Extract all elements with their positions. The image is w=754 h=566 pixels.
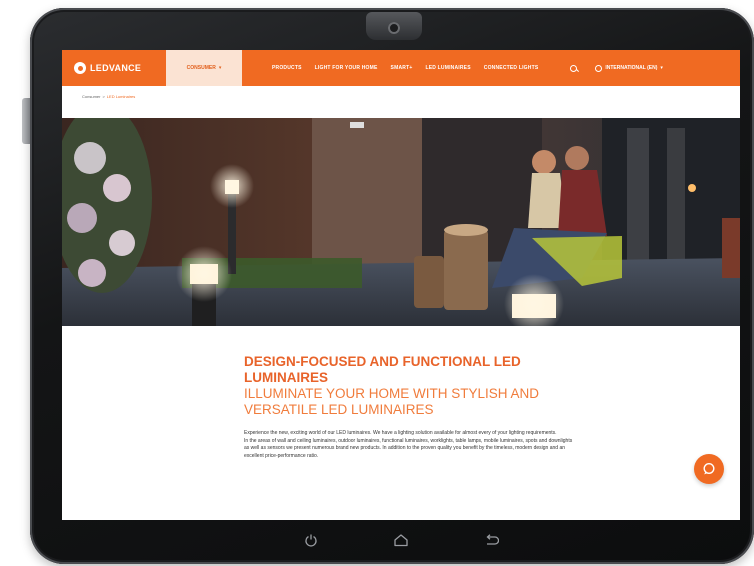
hero-image xyxy=(62,118,740,326)
brand-logo[interactable]: LEDVANCE xyxy=(62,62,166,74)
hero-scene-illustration xyxy=(62,118,740,326)
camera-icon xyxy=(388,22,400,34)
nav-products[interactable]: PRODUCTS xyxy=(272,65,302,71)
back-icon xyxy=(486,534,499,545)
back-button[interactable] xyxy=(481,530,501,550)
nav-smart-plus[interactable]: SMART+ xyxy=(391,65,413,71)
main-menu: PRODUCTS LIGHT FOR YOUR HOME SMART+ LED … xyxy=(272,65,538,71)
intro-paragraph-1: Experience the new, exciting world of ou… xyxy=(244,430,557,436)
region-label: INTERNATIONAL (EN) xyxy=(605,65,658,71)
intro-paragraph: Experience the new, exciting world of ou… xyxy=(244,430,574,460)
chat-button[interactable] xyxy=(694,454,724,484)
nav-connected-lights[interactable]: CONNECTED LIGHTS xyxy=(484,65,539,71)
system-navigation-bar xyxy=(62,520,740,560)
top-navigation: LEDVANCE CONSUMER ▾ PRODUCTS LIGHT FOR Y… xyxy=(62,50,740,86)
breadcrumb: Consumer > LED Luminaires xyxy=(82,94,135,99)
logo-text: LEDVANCE xyxy=(90,63,142,73)
power-button[interactable] xyxy=(301,530,321,550)
search-icon[interactable] xyxy=(570,64,578,72)
home-icon xyxy=(394,534,408,547)
home-button[interactable] xyxy=(391,530,411,550)
tablet-screen: LEDVANCE CONSUMER ▾ PRODUCTS LIGHT FOR Y… xyxy=(62,50,740,520)
headline-primary: DESIGN-FOCUSED AND FUNCTIONAL LED LUMINA… xyxy=(244,354,521,385)
region-selector[interactable]: INTERNATIONAL (EN) ▾ xyxy=(595,64,663,72)
nav-led-luminaires[interactable]: LED LUMINAIRES xyxy=(425,65,470,71)
nav-light-for-your-home[interactable]: LIGHT FOR YOUR HOME xyxy=(315,65,378,71)
chevron-down-icon: ▾ xyxy=(660,65,663,71)
tab-consumer-label: CONSUMER xyxy=(186,65,216,71)
headline-secondary: ILLUMINATE YOUR HOME WITH STYLISH AND VE… xyxy=(244,386,540,417)
breadcrumb-current: LED Luminaires xyxy=(106,94,136,99)
intro-section: DESIGN-FOCUSED AND FUNCTIONAL LED LUMINA… xyxy=(244,354,574,460)
logo-icon xyxy=(74,62,86,74)
tablet-side-button xyxy=(22,98,30,144)
chat-icon xyxy=(703,462,715,475)
power-icon xyxy=(305,534,317,547)
breadcrumb-home[interactable]: Consumer xyxy=(82,94,100,99)
intro-paragraph-2: In the areas of wall and ceiling luminai… xyxy=(244,437,573,459)
globe-icon xyxy=(595,64,603,72)
breadcrumb-separator: > xyxy=(102,94,105,99)
chevron-down-icon: ▾ xyxy=(218,65,222,71)
tab-consumer[interactable]: CONSUMER ▾ xyxy=(166,50,242,86)
